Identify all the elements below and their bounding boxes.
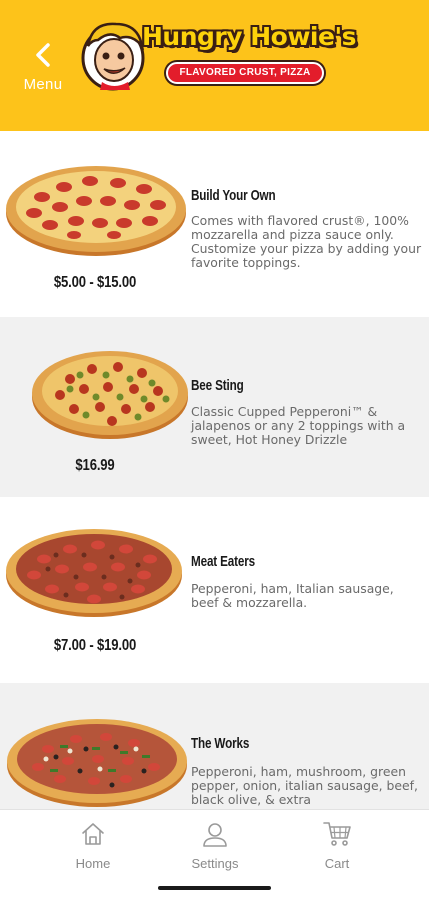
item-name: Bee Sting [191, 377, 244, 394]
tab-label: Cart [324, 856, 350, 871]
mascot-icon [81, 22, 145, 91]
menu-list: $5.00 - $15.00 Build Your Own Comes with… [0, 131, 429, 809]
bottom-tab-bar: Home Settings Cart [0, 809, 429, 900]
item-name: Meat Eaters [191, 553, 255, 570]
item-name: The Works [191, 735, 250, 752]
tab-label: Home [75, 856, 111, 871]
item-description: Classic Cupped Pepperoni™ & jalapenos or… [191, 404, 406, 447]
tab-home[interactable]: Home [43, 820, 143, 880]
brand-name: Hungry Howie's [142, 22, 357, 51]
tab-cart[interactable]: Cart [287, 820, 387, 880]
meat-eaters-pizza-image [6, 529, 182, 617]
item-description: Pepperoni, ham, Italian sausage, beef & … [191, 581, 394, 610]
home-indicator [158, 886, 271, 890]
item-price: $7.00 - $19.00 [53, 637, 137, 654]
brand-tagline: FLAVORED CRUST, PIZZA [166, 62, 324, 84]
bee-sting-pizza-image [32, 351, 188, 439]
item-description: Pepperoni, ham, mushroom, green pepper, … [191, 764, 418, 807]
cart-icon [323, 822, 351, 846]
menu-item-meat-eaters[interactable]: $7.00 - $19.00 Meat Eaters Pepperoni, ha… [0, 497, 429, 683]
back-label: Menu [23, 76, 63, 93]
chevron-left-icon [36, 43, 50, 67]
item-price: $16.99 [75, 457, 115, 474]
item-name: Build Your Own [191, 187, 276, 204]
back-to-menu-button[interactable]: Menu [16, 42, 70, 98]
user-icon [203, 823, 227, 847]
menu-item-bee-sting[interactable]: $16.99 Bee Sting Classic Cupped Pepperon… [0, 317, 429, 497]
tab-label: Settings [191, 856, 239, 871]
the-works-pizza-image [7, 719, 187, 807]
menu-item-the-works[interactable]: The Works Pepperoni, ham, mushroom, gree… [0, 683, 429, 809]
item-description: Comes with flavored crust®, 100% mozzare… [191, 213, 422, 270]
tab-settings[interactable]: Settings [165, 820, 265, 880]
home-icon [82, 823, 104, 845]
menu-item-build-your-own[interactable]: $5.00 - $15.00 Build Your Own Comes with… [0, 131, 429, 317]
item-price: $5.00 - $15.00 [53, 274, 137, 291]
brand-logo: Hungry Howie's FLAVORED CRUST, PIZZA [80, 18, 360, 92]
pepperoni-pizza-image [6, 166, 186, 256]
app-header: Menu Hungry Howie's FLAVORED CRUST, PIZZ… [0, 0, 429, 131]
